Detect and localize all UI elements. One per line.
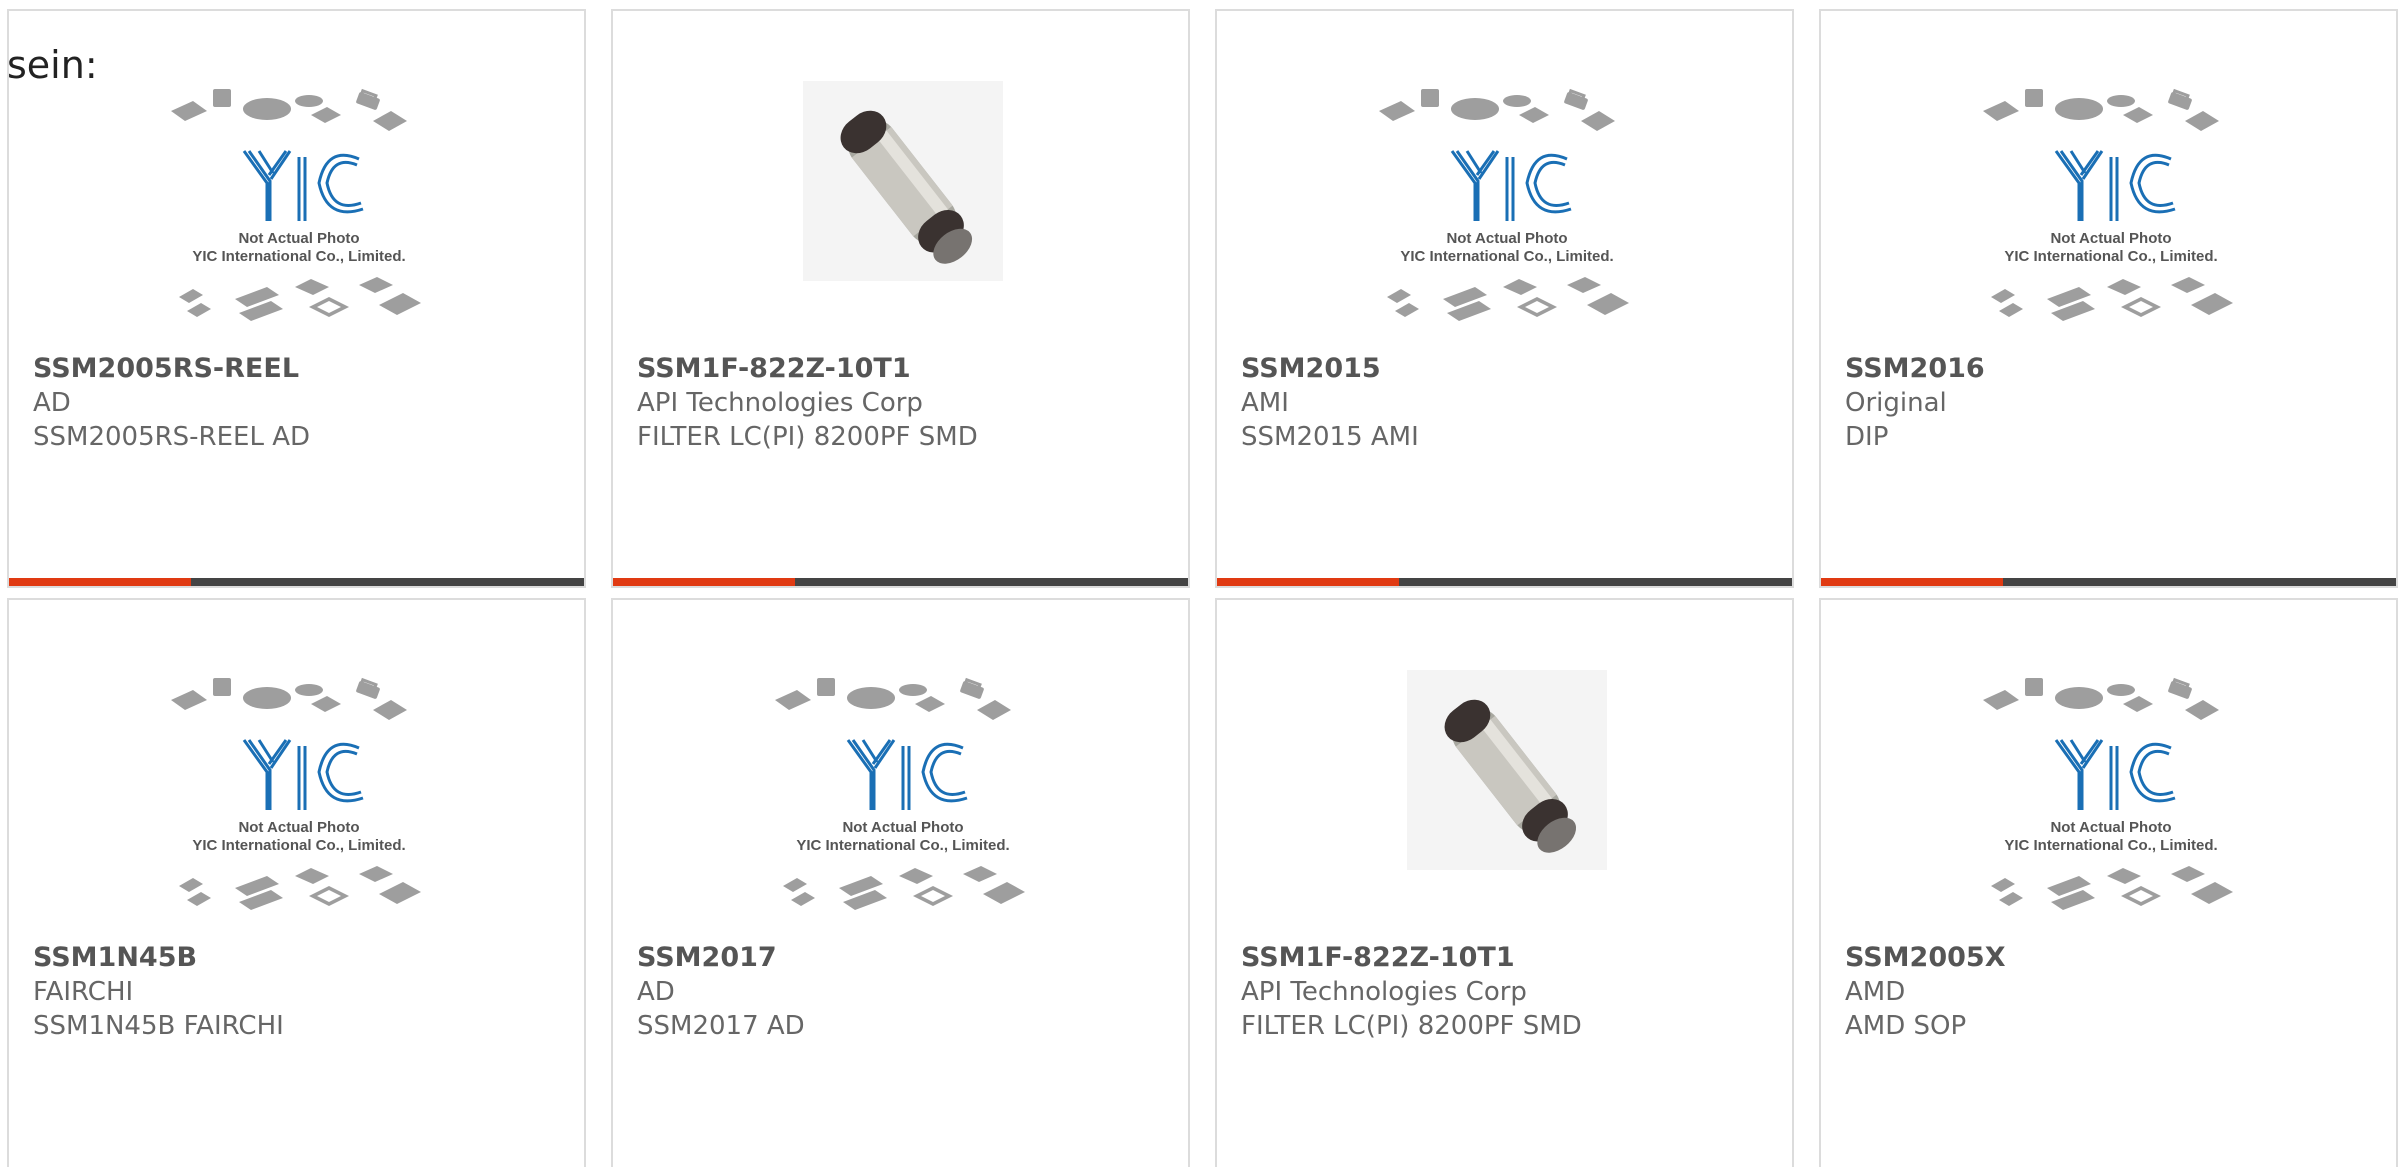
product-info: SSM1F-822Z-10T1 API Technologies Corp FI… — [1241, 941, 1782, 1043]
product-description: FILTER LC(PI) 8200PF SMD — [637, 422, 978, 452]
placeholder-line1: Not Actual Photo — [842, 819, 963, 836]
product-image[interactable]: Not Actual Photo YIC International Co., … — [159, 71, 439, 346]
card-bar-accent — [613, 578, 795, 586]
not-actual-photo-placeholder-icon: Not Actual Photo YIC International Co., … — [171, 677, 421, 910]
placeholder-line1: Not Actual Photo — [1446, 230, 1567, 247]
product-info: SSM2016 Original DIP — [1845, 352, 2386, 454]
product-card[interactable]: Not Actual Photo YIC International Co., … — [611, 598, 1190, 1167]
card-bar-rest — [2003, 578, 2396, 586]
card-bottom-bar — [1821, 578, 2396, 586]
placeholder-line2: YIC International Co., Limited. — [192, 837, 405, 854]
product-description: FILTER LC(PI) 8200PF SMD — [1241, 1011, 1582, 1041]
placeholder-line2: YIC International Co., Limited. — [2004, 837, 2217, 854]
filter-photo-icon — [1407, 670, 1607, 870]
product-manufacturer: FAIRCHI — [33, 977, 134, 1007]
product-manufacturer: AMI — [1241, 388, 1289, 418]
not-actual-photo-placeholder-icon: Not Actual Photo YIC International Co., … — [171, 88, 421, 321]
product-part-number[interactable]: SSM2005X — [1845, 941, 2386, 975]
product-image[interactable] — [1367, 660, 1647, 935]
product-info: SSM2017 AD SSM2017 AD — [637, 941, 1178, 1043]
placeholder-line1: Not Actual Photo — [238, 230, 359, 247]
placeholder-line1: Not Actual Photo — [2050, 819, 2171, 836]
product-image[interactable] — [763, 71, 1043, 346]
placeholder-line2: YIC International Co., Limited. — [1400, 248, 1613, 265]
product-manufacturer: AD — [33, 388, 71, 418]
product-grid: Not Actual Photo YIC International Co., … — [7, 9, 2398, 1167]
product-card[interactable]: SSM1F-822Z-10T1 API Technologies Corp FI… — [611, 9, 1190, 588]
product-page: sein: Not Actual Photo YIC International… — [0, 0, 2400, 1167]
product-image[interactable]: Not Actual Photo YIC International Co., … — [1971, 660, 2251, 935]
card-bar-accent — [1217, 578, 1399, 586]
not-actual-photo-placeholder-icon: Not Actual Photo YIC International Co., … — [1379, 88, 1629, 321]
product-manufacturer: API Technologies Corp — [637, 388, 923, 418]
product-part-number[interactable]: SSM2016 — [1845, 352, 2386, 386]
product-part-number[interactable]: SSM1N45B — [33, 941, 574, 975]
not-actual-photo-placeholder-icon: Not Actual Photo YIC International Co., … — [775, 677, 1025, 910]
card-bottom-bar — [9, 578, 584, 586]
product-info: SSM2005RS-REEL AD SSM2005RS-REEL AD — [33, 352, 574, 454]
card-bar-rest — [191, 578, 584, 586]
product-card[interactable]: Not Actual Photo YIC International Co., … — [1819, 9, 2398, 588]
product-card[interactable]: SSM1F-822Z-10T1 API Technologies Corp FI… — [1215, 598, 1794, 1167]
product-part-number[interactable]: SSM2005RS-REEL — [33, 352, 574, 386]
not-actual-photo-placeholder-icon: Not Actual Photo YIC International Co., … — [1983, 677, 2233, 910]
product-info: SSM2005X AMD AMD SOP — [1845, 941, 2386, 1043]
placeholder-line1: Not Actual Photo — [238, 819, 359, 836]
card-bar-accent — [1821, 578, 2003, 586]
placeholder-line2: YIC International Co., Limited. — [796, 837, 1009, 854]
product-manufacturer: AD — [637, 977, 675, 1007]
product-manufacturer: API Technologies Corp — [1241, 977, 1527, 1007]
product-info: SSM1F-822Z-10T1 API Technologies Corp FI… — [637, 352, 1178, 454]
product-card[interactable]: Not Actual Photo YIC International Co., … — [1819, 598, 2398, 1167]
product-part-number[interactable]: SSM1F-822Z-10T1 — [637, 352, 1178, 386]
product-image[interactable]: Not Actual Photo YIC International Co., … — [1367, 71, 1647, 346]
product-card[interactable]: Not Actual Photo YIC International Co., … — [7, 598, 586, 1167]
card-bar-rest — [795, 578, 1188, 586]
product-card[interactable]: Not Actual Photo YIC International Co., … — [7, 9, 586, 588]
product-info: SSM1N45B FAIRCHI SSM1N45B FAIRCHI — [33, 941, 574, 1043]
not-actual-photo-placeholder-icon: Not Actual Photo YIC International Co., … — [1983, 88, 2233, 321]
product-manufacturer: Original — [1845, 388, 1947, 418]
placeholder-line1: Not Actual Photo — [2050, 230, 2171, 247]
product-image[interactable]: Not Actual Photo YIC International Co., … — [1971, 71, 2251, 346]
placeholder-line2: YIC International Co., Limited. — [2004, 248, 2217, 265]
product-image[interactable]: Not Actual Photo YIC International Co., … — [159, 660, 439, 935]
filter-photo-icon — [803, 81, 1003, 281]
product-description: SSM2017 AD — [637, 1011, 805, 1041]
card-bottom-bar — [1217, 578, 1792, 586]
product-part-number[interactable]: SSM2015 — [1241, 352, 1782, 386]
product-description: SSM1N45B FAIRCHI — [33, 1011, 284, 1041]
product-image[interactable]: Not Actual Photo YIC International Co., … — [763, 660, 1043, 935]
product-description: SSM2015 AMI — [1241, 422, 1419, 452]
card-bar-rest — [1399, 578, 1792, 586]
product-card[interactable]: Not Actual Photo YIC International Co., … — [1215, 9, 1794, 588]
product-part-number[interactable]: SSM1F-822Z-10T1 — [1241, 941, 1782, 975]
product-description: AMD SOP — [1845, 1011, 1967, 1041]
product-manufacturer: AMD — [1845, 977, 1906, 1007]
card-bottom-bar — [613, 578, 1188, 586]
product-part-number[interactable]: SSM2017 — [637, 941, 1178, 975]
product-info: SSM2015 AMI SSM2015 AMI — [1241, 352, 1782, 454]
intro-text: sein: — [7, 43, 98, 87]
card-bar-accent — [9, 578, 191, 586]
placeholder-line2: YIC International Co., Limited. — [192, 248, 405, 265]
product-description: SSM2005RS-REEL AD — [33, 422, 311, 452]
product-description: DIP — [1845, 422, 1889, 452]
